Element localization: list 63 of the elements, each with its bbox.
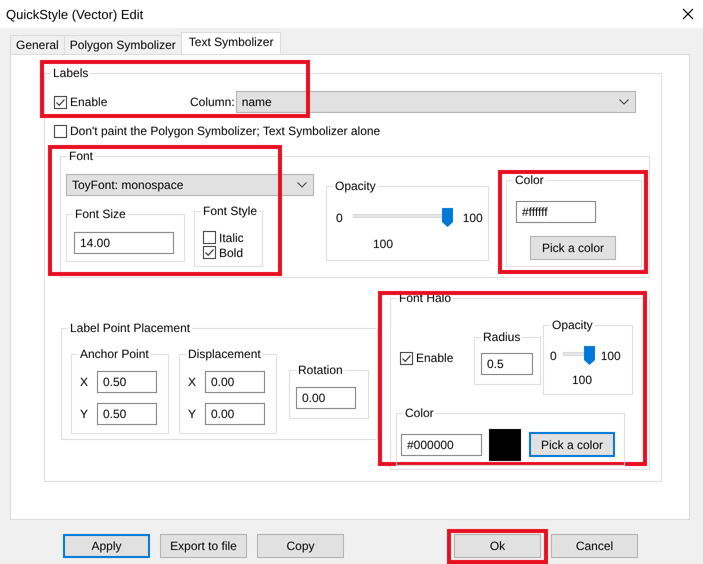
- field-label: Column:: [190, 95, 235, 109]
- slider-value: 100: [372, 237, 394, 251]
- chevron-icon: [297, 182, 307, 188]
- rotation-field[interactable]: 0.00: [296, 387, 356, 409]
- opacity-slider[interactable]: [562, 346, 595, 365]
- y-field[interactable]: 0.50: [97, 403, 157, 425]
- group-title: Opacity: [550, 318, 595, 332]
- tab[interactable]: General: [10, 35, 65, 54]
- dialog-button[interactable]: Cancel: [551, 534, 638, 558]
- close-icon[interactable]: [682, 8, 694, 20]
- checkbox-label: Enable: [416, 351, 454, 365]
- field-label: X: [188, 375, 198, 389]
- slider-min: 0: [336, 210, 343, 224]
- group-title: Font Style: [201, 204, 260, 218]
- group-title: Labels: [51, 66, 90, 80]
- font-dropdown[interactable]: ToyFont: monospace: [66, 174, 314, 196]
- dialog-button[interactable]: Export to file: [160, 534, 247, 558]
- color-field[interactable]: #ffffff: [516, 201, 596, 223]
- x-field[interactable]: 0.50: [97, 371, 157, 393]
- group-title: Color: [513, 173, 546, 187]
- font-size-field[interactable]: 14.00: [74, 232, 174, 254]
- slider-min: 0: [550, 348, 557, 362]
- checkbox[interactable]: [54, 124, 67, 138]
- group-title: Rotation: [296, 363, 345, 377]
- checkbox[interactable]: [54, 96, 67, 108]
- checkbox[interactable]: [400, 352, 413, 364]
- slider-max: 100: [462, 210, 483, 224]
- group-title: Font: [67, 149, 96, 163]
- group-title: Radius: [481, 330, 522, 344]
- checkbox-label: Enable: [70, 95, 108, 109]
- slider-thumb[interactable]: [442, 208, 453, 227]
- dialog-button[interactable]: Ok: [454, 534, 541, 558]
- checkbox-label: Bold: [219, 246, 244, 260]
- group-title: Displacement: [186, 347, 263, 361]
- radius-field[interactable]: 0.5: [481, 353, 533, 375]
- slider-value: 100: [570, 373, 594, 387]
- slider-thumb[interactable]: [584, 346, 595, 365]
- field-label: Y: [80, 407, 90, 421]
- column-dropdown[interactable]: name: [236, 91, 636, 113]
- dialog-button[interactable]: Apply: [63, 534, 150, 558]
- slider-max: 100: [600, 348, 621, 362]
- group-title: Font Size: [73, 207, 128, 221]
- field-label: Y: [188, 407, 198, 421]
- checkbox-label: Italic: [219, 230, 244, 244]
- group-title: Label Point Placement: [68, 321, 192, 335]
- field-label: X: [80, 375, 90, 389]
- checkbox[interactable]: [203, 231, 216, 244]
- chevron-icon: [618, 99, 629, 105]
- color-field[interactable]: #000000: [401, 434, 482, 456]
- pick-color-button[interactable]: Pick a color: [529, 432, 615, 457]
- tab[interactable]: Text Symbolizer: [180, 32, 282, 54]
- group-title: Color: [403, 406, 436, 420]
- pick-color-button[interactable]: Pick a color: [530, 236, 616, 260]
- opacity-slider[interactable]: [352, 208, 453, 227]
- window-title: QuickStyle (Vector) Edit: [6, 6, 144, 22]
- checkbox-label: Don't paint the Polygon Symbolizer; Text Symbolizer alone: [70, 124, 380, 138]
- group-title: Anchor Point: [78, 347, 151, 361]
- dialog-button[interactable]: Copy: [257, 534, 344, 558]
- group-title: Opacity: [333, 179, 378, 193]
- checkbox[interactable]: [203, 246, 216, 259]
- x-field[interactable]: 0.00: [205, 371, 265, 393]
- y-field[interactable]: 0.00: [205, 403, 265, 425]
- tab[interactable]: Polygon Symbolizer: [64, 35, 182, 54]
